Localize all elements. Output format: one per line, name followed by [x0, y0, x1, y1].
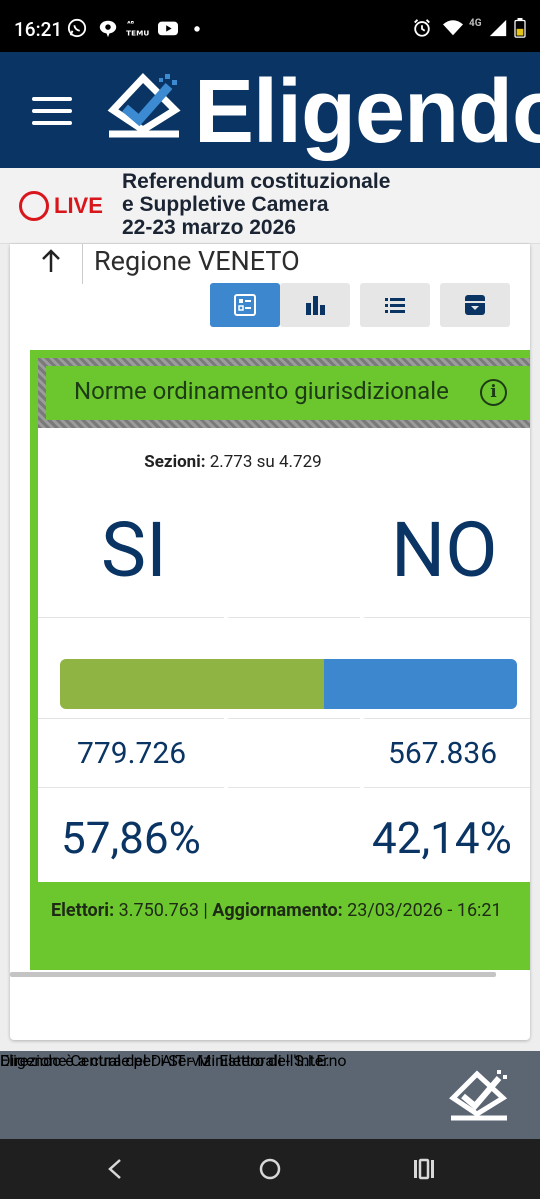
- tab-list-view[interactable]: [360, 283, 430, 327]
- dot-icon: [194, 26, 200, 32]
- bar-chart-icon: [306, 296, 325, 315]
- archive-icon: [465, 295, 485, 315]
- sezioni-count: Sezioni: 2.773 su 4.729: [38, 452, 428, 472]
- aggiornamento-value: 23/03/2026 - 16:21: [347, 900, 502, 921]
- no-bar-segment: [324, 659, 517, 709]
- tab-summary-view[interactable]: [210, 283, 280, 327]
- event-title-line2: e Suppletive Camera: [122, 193, 329, 216]
- divider: [228, 617, 360, 618]
- divider: [38, 718, 224, 719]
- yes-votes: 779.726: [77, 736, 187, 771]
- aggiornamento-label: Aggiornamento:: [212, 900, 343, 921]
- system-nav-bar: [0, 1139, 540, 1199]
- eligendo-footer-logo-icon: [449, 1070, 508, 1121]
- referendum-title: Norme ordinamento giurisdizionale: [74, 377, 449, 405]
- network-type: 4G: [469, 18, 482, 29]
- signal-4g-icon: [489, 19, 507, 37]
- no-label: NO: [391, 505, 498, 595]
- svg-text:ᴬᴮ: ᴬᴮ: [127, 19, 135, 28]
- yes-bar-segment: [60, 659, 325, 709]
- sezioni-label: Sezioni:: [144, 452, 206, 472]
- no-percent: 42,14%: [372, 812, 512, 864]
- live-indicator-icon: [19, 191, 49, 221]
- battery-icon: [514, 18, 526, 38]
- status-bar: 16:21 ᴬᴮ TEMU 4G: [0, 0, 540, 52]
- divider: [228, 718, 360, 719]
- sezioni-value: 2.773 su 4.729: [209, 452, 322, 472]
- app-title: Eligendo: [194, 62, 540, 162]
- eligendo-logo-icon: [107, 72, 181, 138]
- event-title: Referendum costituzionale e Suppletive C…: [122, 170, 390, 239]
- electors-info: Elettori: 3.750.763 | Aggiornamento: 23/…: [51, 896, 511, 926]
- elettori-label: Elettori:: [51, 900, 115, 921]
- alarm-icon: [414, 19, 430, 37]
- divider: [364, 787, 530, 788]
- divider: [364, 617, 530, 618]
- tab-chart-view[interactable]: [280, 283, 350, 327]
- recents-icon[interactable]: [412, 1157, 436, 1181]
- back-icon[interactable]: [104, 1157, 126, 1181]
- wifi-icon: [443, 20, 463, 36]
- list-grid-icon: [234, 294, 256, 316]
- divider: [38, 787, 224, 788]
- region-title: Regione VENETO: [94, 245, 300, 277]
- divider: [364, 718, 530, 719]
- divider: [228, 787, 360, 788]
- separator: |: [203, 900, 208, 921]
- app-header: Eligendo: [0, 52, 540, 168]
- list-icon: [385, 298, 405, 313]
- svg-text:TEMU: TEMU: [126, 28, 149, 37]
- elettori-value: 3.750.763: [118, 900, 199, 921]
- yes-percent: 57,86%: [61, 812, 201, 864]
- menu-icon[interactable]: [32, 97, 72, 125]
- divider: [38, 617, 224, 618]
- whatsapp-icon: [67, 18, 87, 38]
- event-title-line3: 22-23 marzo 2026: [122, 216, 296, 239]
- home-icon[interactable]: [258, 1157, 282, 1181]
- back-arrow-icon[interactable]: [38, 248, 64, 281]
- horizontal-scrollbar[interactable]: [10, 972, 496, 977]
- tab-archive-view[interactable]: [440, 283, 510, 327]
- event-title-line1: Referendum costituzionale: [122, 170, 391, 193]
- live-label: LIVE: [54, 193, 103, 218]
- info-icon[interactable]: i: [480, 379, 507, 406]
- status-time: 16:21: [14, 18, 63, 41]
- no-votes: 567.836: [388, 736, 498, 771]
- footer-line2: Direzione Centrale per i Servizi Elettor…: [0, 1051, 330, 1070]
- chat-bubble-icon: [99, 20, 117, 38]
- result-bar: [60, 659, 517, 709]
- temu-icon: ᴬᴮ TEMU: [126, 19, 149, 37]
- divider: [82, 244, 83, 284]
- yes-label: SI: [101, 505, 167, 595]
- youtube-icon: [158, 21, 178, 36]
